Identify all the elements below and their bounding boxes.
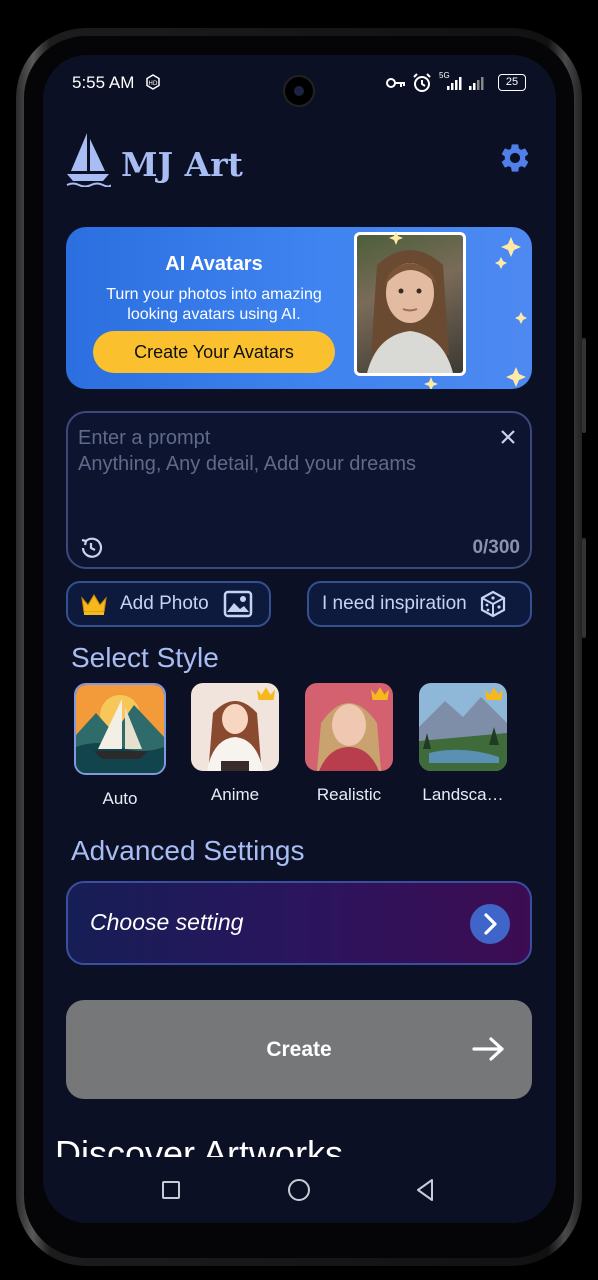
prompt-input[interactable]: Enter a prompt Anything, Any detail, Add…: [66, 411, 532, 569]
choose-setting-button[interactable]: Choose setting: [66, 881, 532, 965]
create-button[interactable]: Create: [66, 1000, 532, 1099]
prompt-placeholder-line1: Enter a prompt: [78, 427, 211, 449]
close-icon[interactable]: [500, 429, 516, 445]
power-button: [582, 538, 586, 638]
create-avatars-button[interactable]: Create Your Avatars: [93, 331, 335, 373]
alarm-icon: [413, 73, 431, 92]
add-photo-button[interactable]: Add Photo: [66, 581, 271, 627]
character-counter: 0/300: [472, 537, 520, 558]
advanced-settings-title: Advanced Settings: [71, 835, 305, 866]
style-landscape[interactable]: Landsca…: [417, 683, 509, 805]
battery-level: 25: [505, 76, 519, 88]
prompt-placeholder: Enter a prompt Anything, Any detail, Add…: [78, 425, 416, 477]
style-anime[interactable]: Anime: [189, 683, 281, 805]
style-thumb-landscape: [419, 683, 507, 771]
home-icon[interactable]: [287, 1178, 311, 1202]
sailboat-thumb: [76, 685, 164, 773]
add-photo-label: Add Photo: [120, 593, 209, 614]
style-label-anime: Anime: [210, 785, 260, 804]
battery-icon: 25: [498, 74, 526, 91]
ai-avatars-banner[interactable]: AI Avatars Turn your photos into amazing…: [66, 227, 532, 389]
screen: 5:55 AM HD 5G 25 MJ Art AI Avatars Turn …: [43, 55, 556, 1223]
choose-setting-label: Choose setting: [90, 909, 244, 935]
arrow-right-icon: [472, 1037, 504, 1061]
inspiration-label: I need inspiration: [322, 593, 467, 614]
style-label-landscape: Landsca…: [422, 785, 504, 804]
style-label-realistic: Realistic: [316, 785, 382, 804]
banner-subtitle-line1: Turn your photos into amazing: [106, 286, 322, 303]
crown-icon: [81, 594, 107, 615]
style-thumb-auto: [74, 683, 166, 775]
inspiration-button[interactable]: I need inspiration: [307, 581, 532, 627]
svg-text:HD: HD: [148, 80, 158, 87]
premium-crown-icon: [485, 687, 503, 700]
banner-subtitle: Turn your photos into amazing looking av…: [69, 285, 359, 325]
front-camera: [283, 75, 315, 107]
sparkles-icon: [389, 231, 527, 389]
dice-icon: [480, 590, 505, 618]
style-auto[interactable]: Auto: [74, 683, 166, 809]
volume-button: [582, 338, 586, 433]
hd-icon: HD: [146, 74, 160, 90]
status-time: 5:55 AM: [72, 73, 135, 92]
prompt-placeholder-line2: Anything, Any detail, Add your dreams: [78, 453, 416, 475]
recents-icon[interactable]: [161, 1180, 181, 1200]
style-label-auto: Auto: [102, 789, 138, 808]
style-thumb-realistic: [305, 683, 393, 771]
image-icon: [223, 590, 252, 618]
key-icon: [386, 78, 405, 88]
back-icon[interactable]: [414, 1178, 436, 1202]
style-realistic[interactable]: Realistic: [303, 683, 395, 805]
select-style-title: Select Style: [71, 642, 219, 673]
history-icon[interactable]: [78, 535, 104, 561]
premium-crown-icon: [371, 687, 389, 700]
banner-title: AI Avatars: [165, 253, 263, 275]
chevron-right-icon: [470, 904, 510, 944]
style-thumb-anime: [191, 683, 279, 771]
gear-icon[interactable]: [498, 141, 532, 175]
navigation-bar: [43, 1157, 556, 1223]
sailboat-logo-icon: [66, 133, 111, 187]
signal-icon: [447, 77, 484, 90]
banner-subtitle-line2: looking avatars using AI.: [127, 306, 301, 323]
app-title: MJ Art: [121, 145, 243, 184]
create-label: Create: [266, 1038, 332, 1061]
premium-crown-icon: [257, 687, 275, 700]
